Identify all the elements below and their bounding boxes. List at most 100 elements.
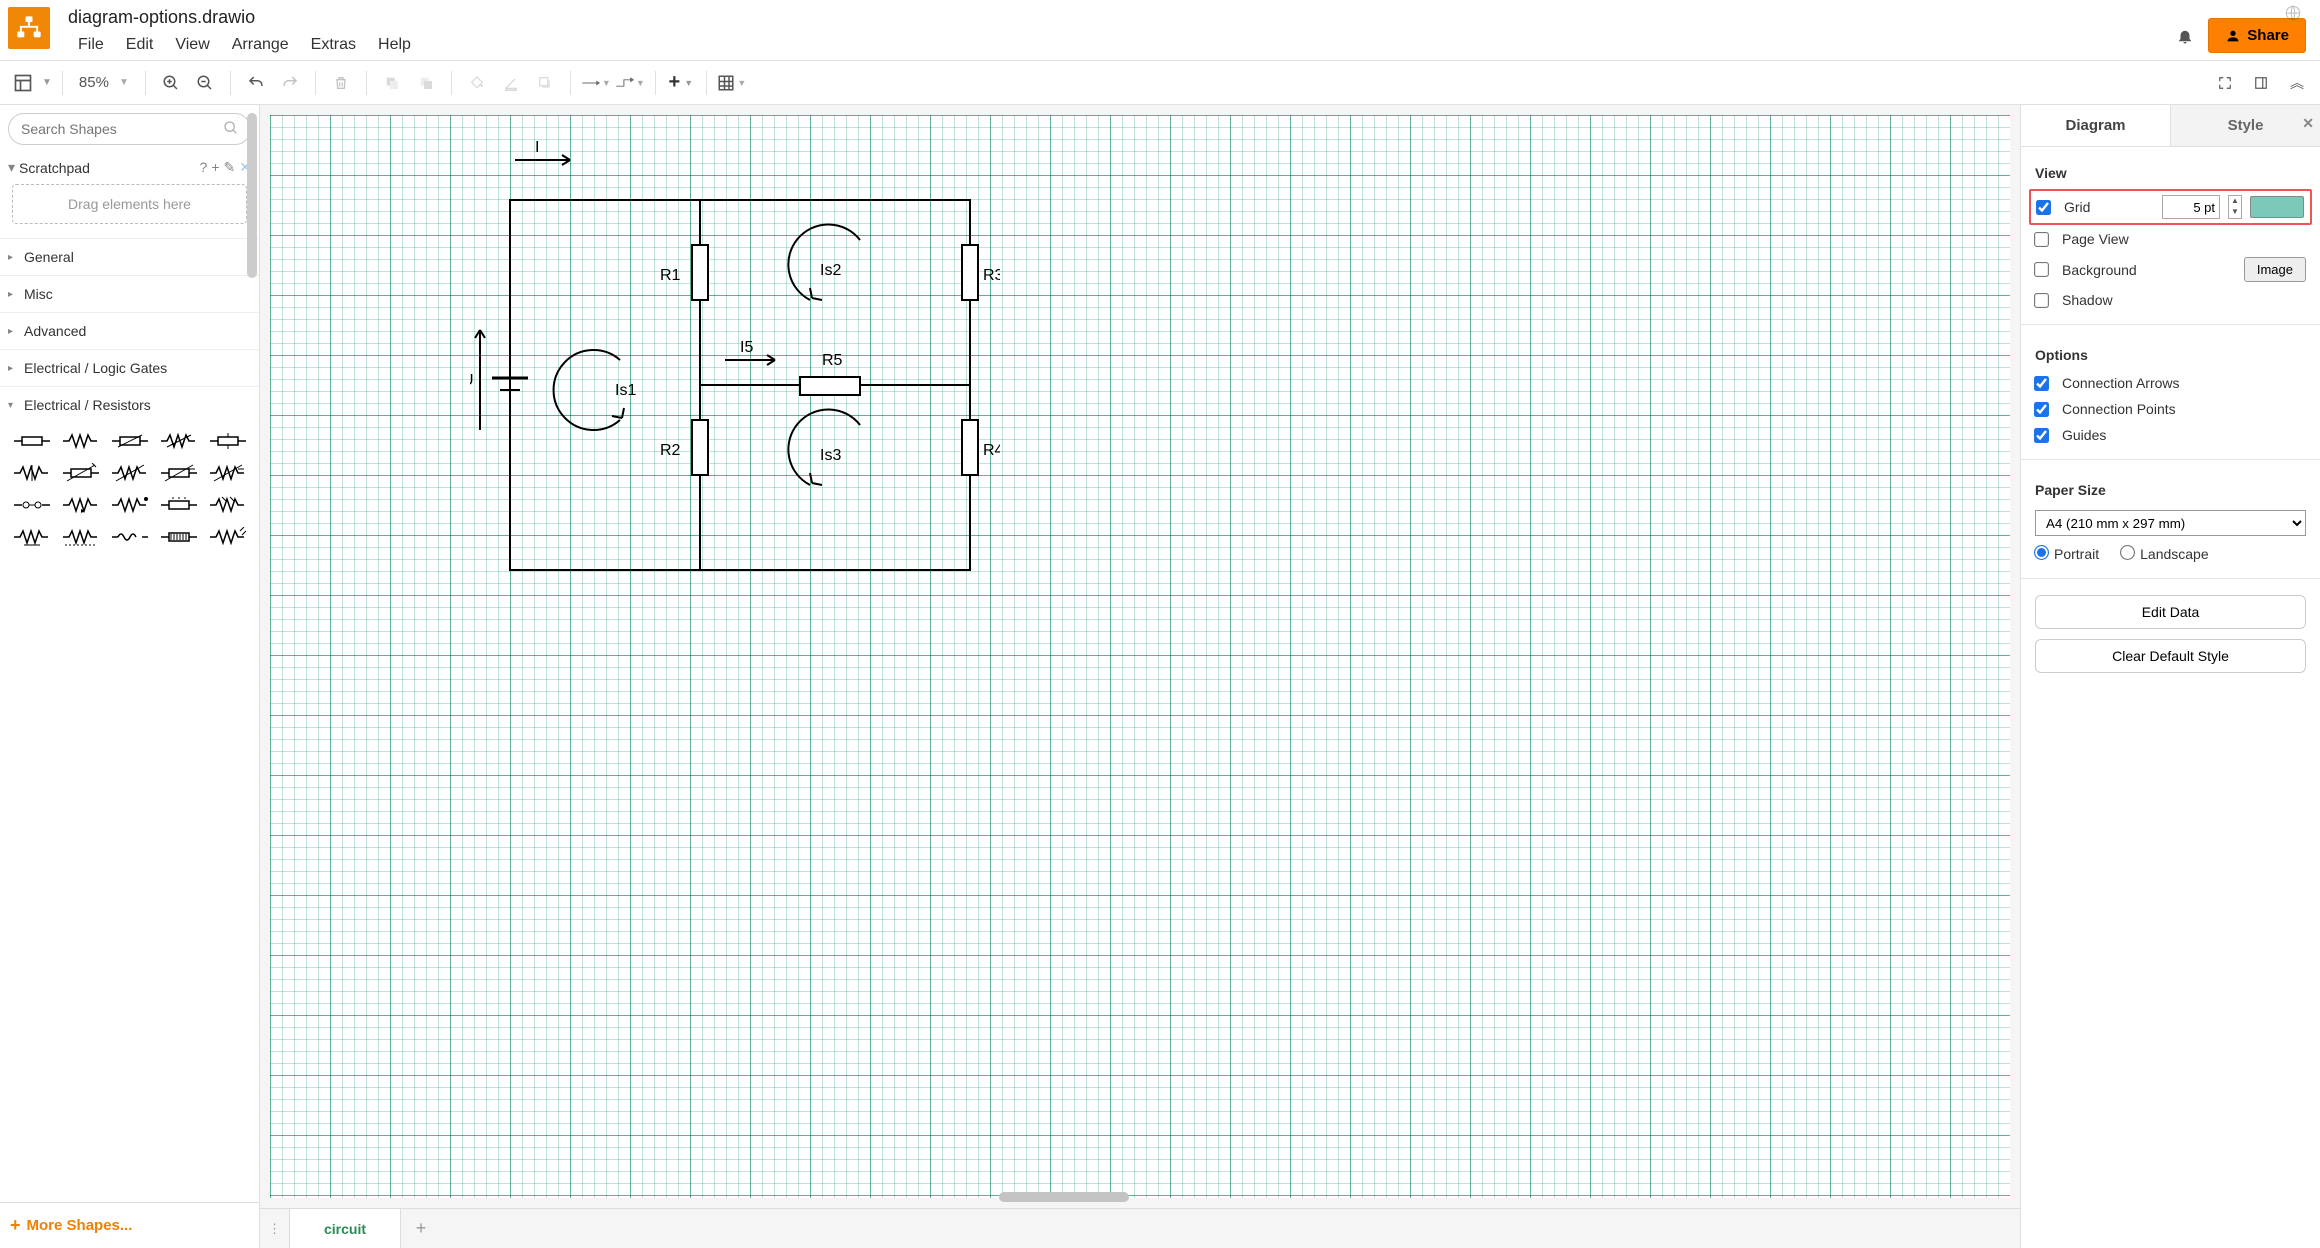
conn-arrows-checkbox[interactable] [2034, 376, 2049, 391]
undo-button[interactable] [241, 68, 271, 98]
notifications-icon[interactable] [2176, 27, 2194, 45]
close-icon[interactable]: ✕ [2302, 115, 2314, 132]
group-misc[interactable]: ▸Misc [0, 275, 259, 312]
svg-text:R1: R1 [660, 267, 681, 284]
group-logic-gates[interactable]: ▸Electrical / Logic Gates [0, 349, 259, 386]
edit-data-button[interactable]: Edit Data [2035, 595, 2306, 629]
menu-extras[interactable]: Extras [301, 30, 366, 60]
share-button[interactable]: Share [2208, 18, 2306, 53]
shape-resistor-18[interactable] [106, 525, 153, 549]
scratchpad-add-icon[interactable]: + [211, 159, 219, 176]
canvas-area: I U [260, 105, 2020, 1248]
svg-text:U: U [470, 372, 474, 389]
line-color-button[interactable] [496, 68, 526, 98]
svg-text:I: I [535, 139, 539, 156]
grid-color-swatch[interactable] [2250, 196, 2304, 218]
view-mode-button[interactable] [8, 68, 38, 98]
menu-arrange[interactable]: Arrange [222, 30, 299, 60]
shape-resistor-13[interactable] [106, 493, 153, 517]
shape-resistor-15[interactable] [204, 493, 251, 517]
redo-button[interactable] [275, 68, 305, 98]
fullscreen-button[interactable] [2210, 68, 2240, 98]
waypoint-button[interactable]: ▼ [615, 68, 645, 98]
svg-text:Is2: Is2 [820, 262, 841, 279]
more-shapes-button[interactable]: +More Shapes... [0, 1202, 259, 1248]
canvas-scrollbar-horizontal[interactable] [260, 1192, 2020, 1206]
group-advanced[interactable]: ▸Advanced [0, 312, 259, 349]
tab-style[interactable]: Style ✕ [2170, 105, 2320, 146]
svg-text:Is3: Is3 [820, 447, 841, 464]
shape-resistor-5[interactable] [204, 429, 251, 453]
to-back-button[interactable] [411, 68, 441, 98]
shape-resistor-1[interactable] [8, 429, 55, 453]
shape-resistor-11[interactable] [8, 493, 55, 517]
circuit-diagram[interactable]: I U [470, 130, 1000, 610]
collapse-button[interactable]: ︽ [2282, 68, 2312, 98]
page-tab-circuit[interactable]: circuit [290, 1209, 401, 1248]
shape-resistor-12[interactable] [57, 493, 104, 517]
menu-help[interactable]: Help [368, 30, 421, 60]
shape-resistor-3[interactable] [106, 429, 153, 453]
background-image-button[interactable]: Image [2244, 257, 2306, 282]
insert-button[interactable]: +▼ [666, 68, 696, 98]
svg-text:I5: I5 [740, 339, 753, 356]
connection-button[interactable]: ▼ [581, 68, 611, 98]
sidebar-scrollbar[interactable] [245, 113, 259, 413]
to-front-button[interactable] [377, 68, 407, 98]
shadow-checkbox[interactable] [2034, 293, 2049, 308]
background-checkbox[interactable] [2034, 262, 2049, 277]
grid-size-stepper[interactable]: ▲▼ [2228, 195, 2242, 219]
shape-resistor-2[interactable] [57, 429, 104, 453]
shape-resistor-19[interactable] [155, 525, 202, 549]
add-page-button[interactable]: + [401, 1209, 441, 1248]
shape-resistor-9[interactable] [155, 461, 202, 485]
delete-button[interactable] [326, 68, 356, 98]
search-icon [223, 120, 239, 136]
tab-diagram[interactable]: Diagram [2021, 105, 2170, 146]
menu-view[interactable]: View [165, 30, 219, 60]
grid-checkbox[interactable] [2036, 200, 2051, 215]
scratchpad-help-icon[interactable]: ? [200, 159, 208, 176]
scratchpad-dropzone[interactable]: Drag elements here [12, 184, 247, 224]
zoom-in-button[interactable] [156, 68, 186, 98]
fill-color-button[interactable] [462, 68, 492, 98]
landscape-radio[interactable] [2120, 545, 2135, 560]
shadow-button[interactable] [530, 68, 560, 98]
shape-resistor-20[interactable] [204, 525, 251, 549]
menu-file[interactable]: File [68, 30, 114, 60]
pageview-checkbox[interactable] [2034, 232, 2049, 247]
zoom-out-button[interactable] [190, 68, 220, 98]
document-title[interactable]: diagram-options.drawio [68, 4, 2176, 30]
search-input[interactable] [8, 113, 251, 145]
section-paper-label: Paper Size [2035, 476, 2306, 500]
app-logo[interactable] [8, 7, 50, 49]
scratchpad-toggle[interactable]: ▾ [8, 159, 15, 176]
menu-edit[interactable]: Edit [116, 30, 164, 60]
group-general[interactable]: ▸General [0, 238, 259, 275]
format-panel-toggle[interactable] [2246, 68, 2276, 98]
conn-points-checkbox[interactable] [2034, 402, 2049, 417]
menubar: File Edit View Arrange Extras Help [68, 30, 2176, 60]
shape-resistor-14[interactable] [155, 493, 202, 517]
format-panel: Diagram Style ✕ View Grid ▲▼ Page View B… [2020, 105, 2320, 1248]
shape-resistor-8[interactable] [106, 461, 153, 485]
scratchpad-edit-icon[interactable]: ✎ [224, 159, 236, 176]
grid-size-input[interactable] [2162, 195, 2220, 219]
globe-icon[interactable] [2284, 4, 2302, 22]
guides-checkbox[interactable] [2034, 428, 2049, 443]
shape-resistor-6[interactable] [8, 461, 55, 485]
paper-size-select[interactable]: A4 (210 mm x 297 mm) [2035, 510, 2306, 536]
table-button[interactable]: ▼ [717, 68, 747, 98]
portrait-radio[interactable] [2034, 545, 2049, 560]
group-resistors[interactable]: ▾Electrical / Resistors [0, 386, 259, 423]
shape-resistor-17[interactable] [57, 525, 104, 549]
shape-resistor-16[interactable] [8, 525, 55, 549]
zoom-level[interactable]: 85% ▼ [73, 74, 135, 91]
page-menu-icon[interactable]: ⋮ [260, 1209, 290, 1248]
clear-style-button[interactable]: Clear Default Style [2035, 639, 2306, 673]
shape-resistor-4[interactable] [155, 429, 202, 453]
shape-resistor-10[interactable] [204, 461, 251, 485]
svg-text:R3: R3 [983, 267, 1000, 284]
shape-resistor-7[interactable] [57, 461, 104, 485]
topbar: diagram-options.drawio File Edit View Ar… [0, 0, 2320, 61]
